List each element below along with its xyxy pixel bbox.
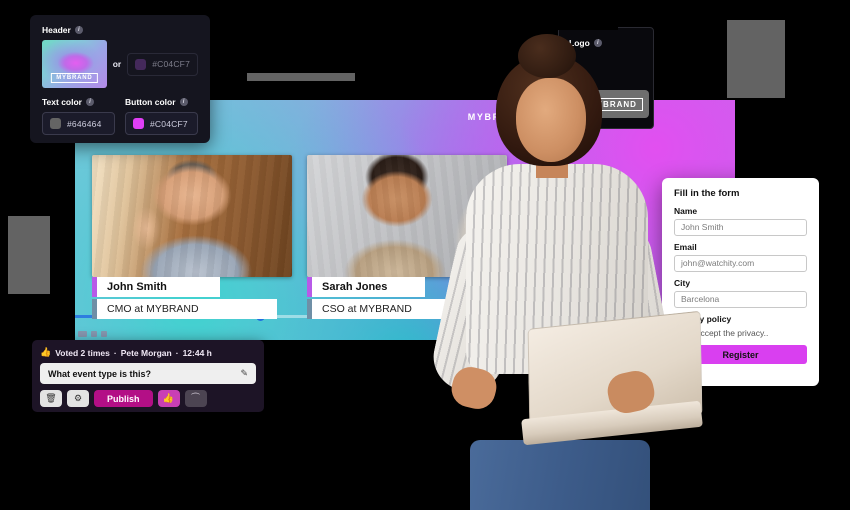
thumbs-up-icon: 👍 [40, 347, 52, 357]
poll-toolbar-icons[interactable] [78, 331, 107, 337]
info-icon[interactable]: i [74, 26, 83, 34]
button-color-hex-value: #C04CF7 [150, 118, 188, 129]
presenter-photo [400, 28, 710, 510]
participant-role: CMO at MYBRAND [92, 299, 277, 319]
grid-icon[interactable] [78, 331, 87, 337]
poll-question-text: What event type is this? [48, 368, 152, 379]
trash-icon[interactable]: 🗑 [40, 390, 62, 407]
header-section-label: Header i [42, 25, 198, 35]
presenter-jeans [470, 440, 650, 510]
poll-widget: 👍 Voted 2 times · Pete Morgan · 12:44 h … [32, 340, 264, 412]
poll-separator: · [175, 347, 179, 358]
color-fields-row: Text color i #646464 Button color i #C04… [42, 97, 198, 135]
header-hex-value: #C04CF7 [152, 59, 190, 69]
button-color-label-row: Button color i [125, 97, 198, 107]
presenter-face [516, 78, 586, 162]
header-label-text: Header [42, 25, 71, 35]
color-chip [135, 58, 147, 70]
screenshot-root: MYBRAND John Smith CMO at MYBRAND Sarah … [0, 0, 850, 510]
header-color-field[interactable]: #C04CF7 [127, 52, 198, 76]
sound-icon[interactable] [91, 331, 97, 337]
video-tile-john[interactable] [92, 155, 292, 277]
text-color-label-row: Text color i [42, 97, 115, 107]
text-color-field[interactable]: #646464 [42, 112, 115, 135]
poll-separator: · [113, 347, 117, 358]
pencil-icon[interactable]: ✎ [240, 368, 248, 379]
button-color-label: Button color [125, 97, 176, 107]
decorative-block-right [727, 20, 785, 98]
poll-votes-text: Voted 2 times [55, 347, 110, 358]
header-gradient-preview[interactable]: MYBRAND [42, 40, 107, 88]
text-color-hex-value: #646464 [67, 118, 102, 129]
video-feed-john [92, 155, 292, 277]
color-chip [50, 118, 61, 129]
background-mask-top [498, 0, 618, 30]
poll-question-field[interactable]: What event type is this? ✎ [40, 363, 256, 384]
or-separator: or [112, 59, 122, 69]
decorative-block-left [8, 216, 50, 294]
header-image-row: MYBRAND or #C04CF7 [42, 40, 198, 88]
toggle-icon[interactable]: ⏜ [184, 390, 207, 407]
participant-name: John Smith [92, 277, 220, 297]
presenter-hair-bun [518, 34, 576, 78]
button-color-group: Button color i #C04CF7 [125, 97, 198, 135]
poll-action-bar: 🗑 ⚙ Publish 👍 ⏜ [40, 390, 256, 407]
button-color-field[interactable]: #C04CF7 [125, 112, 198, 135]
publish-button[interactable]: Publish [94, 390, 153, 407]
branding-panel: Header i MYBRAND or #C04CF7 Text color i [30, 15, 210, 143]
decorative-block-top [247, 73, 355, 81]
thumbs-up-icon[interactable]: 👍 [157, 390, 180, 407]
more-icon[interactable] [101, 331, 107, 337]
info-icon[interactable]: i [179, 98, 188, 106]
text-color-group: Text color i #646464 [42, 97, 115, 135]
poll-metadata: 👍 Voted 2 times · Pete Morgan · 12:44 h [40, 347, 256, 358]
color-chip [133, 118, 144, 129]
gear-icon[interactable]: ⚙ [67, 390, 89, 407]
text-color-label: Text color [42, 97, 82, 107]
lower-third-john: John Smith CMO at MYBRAND [92, 277, 277, 319]
poll-author: Pete Morgan [120, 347, 172, 358]
info-icon[interactable]: i [86, 98, 94, 106]
gradient-preview-label: MYBRAND [51, 72, 98, 83]
poll-time: 12:44 h [182, 347, 212, 358]
